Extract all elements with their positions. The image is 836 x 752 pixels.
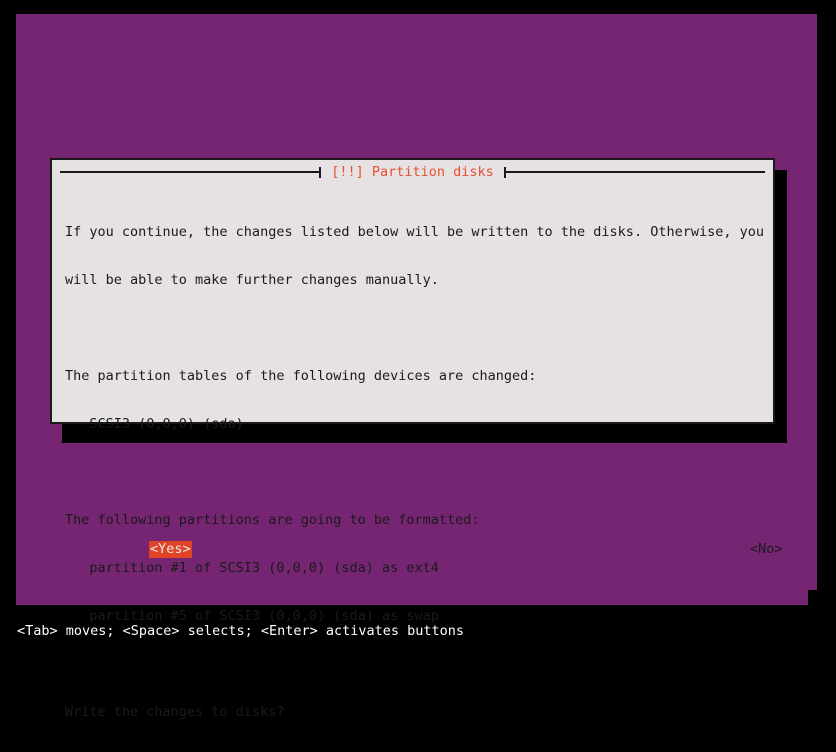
- title-rule-left: [60, 167, 322, 178]
- body-line-spacer: [65, 656, 763, 672]
- body-line-prompt: Write the changes to disks?: [65, 704, 285, 720]
- dialog-body-text: If you continue, the changes listed belo…: [65, 192, 764, 752]
- body-line-format-heading: The following partitions are going to be…: [65, 512, 480, 528]
- title-rule-right: [503, 167, 765, 178]
- no-button[interactable]: <No>: [749, 541, 784, 558]
- body-line: If you continue, the changes listed belo…: [65, 224, 764, 240]
- body-line-spacer: [65, 464, 763, 480]
- body-line-spacer: [65, 320, 763, 336]
- key-hint-statusbar: <Tab> moves; <Space> selects; <Enter> ac…: [16, 589, 818, 639]
- console-screen: [!!] Partition disks If you continue, th…: [0, 0, 836, 720]
- body-line-partition-1: partition #1 of SCSI3 (0,0,0) (sda) as e…: [65, 560, 439, 576]
- dialog-titlebar: [!!] Partition disks: [52, 160, 773, 182]
- dialog-button-row: <Yes> <No>: [65, 541, 783, 558]
- partition-disks-dialog: [!!] Partition disks If you continue, th…: [50, 158, 783, 720]
- body-line: will be able to make further changes man…: [65, 272, 439, 288]
- dialog-title: [!!] Partition disks: [331, 164, 494, 180]
- key-hint-text: <Tab> moves; <Space> selects; <Enter> ac…: [17, 623, 465, 639]
- body-line-devices-heading: The partition tables of the following de…: [65, 368, 537, 384]
- body-line-device: SCSI3 (0,0,0) (sda): [65, 416, 244, 432]
- yes-button[interactable]: <Yes>: [149, 541, 192, 558]
